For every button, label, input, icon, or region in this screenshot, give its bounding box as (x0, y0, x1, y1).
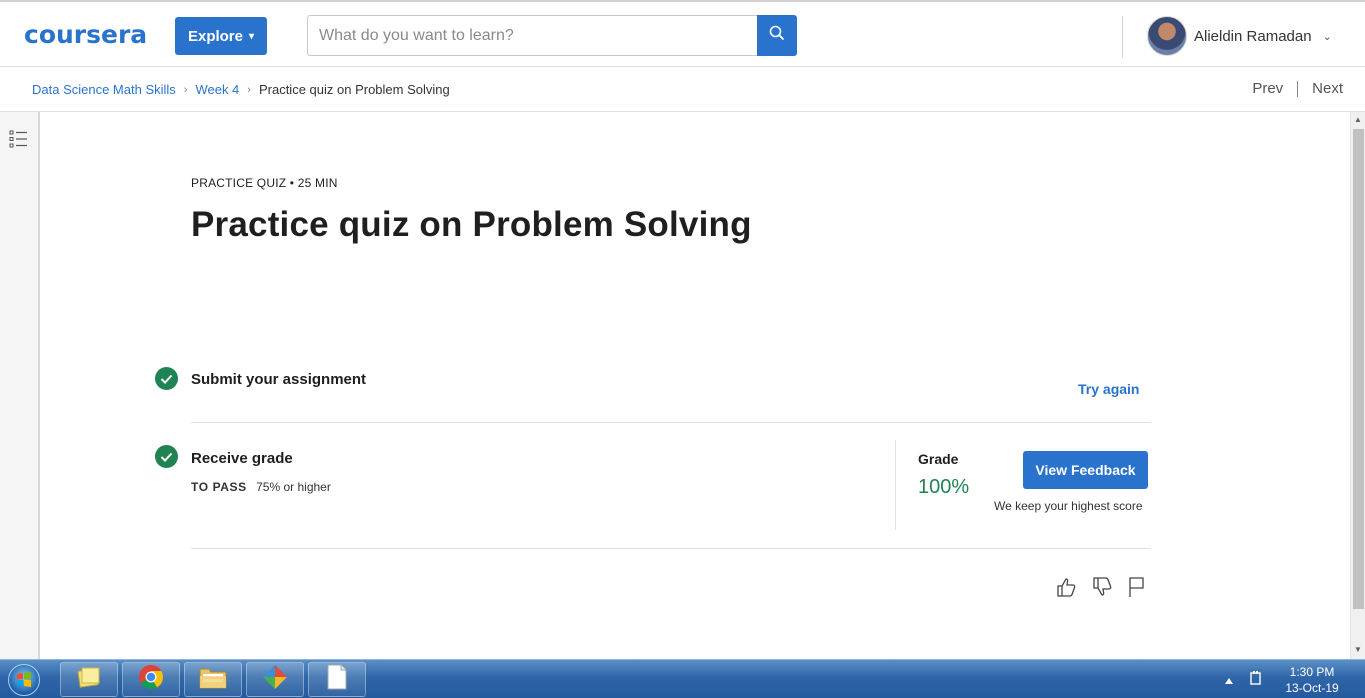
search-icon (769, 25, 785, 46)
submit-assignment-title: Submit your assignment (191, 371, 367, 388)
view-feedback-button[interactable]: View Feedback (1023, 451, 1148, 489)
breadcrumb-week[interactable]: Week 4 (195, 82, 239, 97)
coursera-logo[interactable]: coursera (24, 20, 147, 49)
top-header: coursera Explore ▾ Alieldin Ramadan ⌄ (0, 0, 1365, 67)
scroll-up-icon[interactable]: ▲ (1354, 115, 1362, 124)
nav-divider (1297, 80, 1299, 97)
prev-link[interactable]: Prev (1252, 80, 1283, 97)
side-rail (0, 112, 40, 659)
page-scrollbar[interactable]: ▲ ▼ (1350, 112, 1365, 659)
taskbar-clock[interactable]: 1:30 PM 13-Oct-19 (1280, 664, 1344, 696)
app-diamond-icon (261, 663, 289, 696)
grade-value: 100% (918, 476, 970, 498)
document-icon (326, 664, 348, 695)
flag-icon[interactable] (1127, 576, 1147, 603)
taskbar-app[interactable] (246, 662, 304, 697)
search-button[interactable] (757, 15, 797, 56)
pass-requirement: TO PASS 75% or higher (191, 480, 331, 494)
check-icon (155, 445, 178, 468)
menu-list-icon[interactable] (9, 130, 29, 153)
taskbar-notepad[interactable] (308, 662, 366, 697)
quiz-kicker: PRACTICE QUIZ • 25 MIN (191, 176, 338, 190)
scrollbar-thumb[interactable] (1353, 129, 1364, 609)
breadcrumb: Data Science Math Skills › Week 4 › Prac… (32, 82, 450, 97)
search-input[interactable] (307, 15, 758, 56)
breadcrumb-current: Practice quiz on Problem Solving (258, 82, 450, 97)
page-title: Practice quiz on Problem Solving (191, 205, 752, 244)
scroll-down-icon[interactable]: ▼ (1354, 645, 1362, 654)
chevron-down-icon: ⌄ (1322, 30, 1332, 43)
next-link[interactable]: Next (1312, 80, 1343, 97)
header-divider (1122, 16, 1123, 58)
chevron-right-icon: › (247, 83, 251, 96)
grade-label: Grade (918, 451, 959, 467)
breadcrumb-bar: Data Science Math Skills › Week 4 › Prac… (0, 67, 1365, 112)
user-name: Alieldin Ramadan (1194, 27, 1312, 45)
avatar (1147, 16, 1187, 56)
check-icon (155, 367, 178, 390)
thumbs-down-icon[interactable] (1091, 576, 1113, 603)
grade-divider (895, 440, 896, 530)
breadcrumb-course[interactable]: Data Science Math Skills (32, 82, 176, 97)
to-pass-value: 75% or higher (256, 480, 331, 494)
start-button[interactable] (2, 661, 46, 698)
clock-date: 13-Oct-19 (1285, 681, 1339, 695)
user-menu[interactable]: Alieldin Ramadan ⌄ (1147, 16, 1332, 56)
divider (191, 548, 1151, 549)
clock-time: 1:30 PM (1289, 665, 1335, 679)
taskbar-chrome[interactable] (122, 662, 180, 697)
chrome-icon (137, 663, 165, 696)
power-plug-icon[interactable] (1248, 670, 1262, 691)
prev-next-nav: Prev Next (1252, 80, 1343, 97)
to-pass-label: TO PASS (191, 480, 247, 494)
sticky-notes-icon (76, 665, 102, 694)
chevron-down-icon: ▾ (249, 30, 255, 42)
receive-grade-title: Receive grade (191, 450, 293, 467)
reaction-bar (1055, 576, 1147, 603)
system-tray (1224, 670, 1262, 691)
explore-label: Explore (187, 27, 243, 45)
taskbar-explorer[interactable] (184, 662, 242, 697)
try-again-link[interactable]: Try again (1078, 381, 1139, 397)
chevron-right-icon: › (183, 83, 188, 96)
folder-icon (198, 664, 228, 695)
tray-expand-icon[interactable] (1224, 672, 1234, 690)
windows-taskbar: 1:30 PM 13-Oct-19 (0, 659, 1365, 698)
taskbar-sticky-notes[interactable] (60, 662, 118, 697)
highest-score-note: We keep your highest score (994, 499, 1143, 513)
explore-button[interactable]: Explore ▾ (175, 17, 267, 55)
thumbs-up-icon[interactable] (1055, 576, 1077, 603)
divider (191, 422, 1151, 423)
windows-start-icon (8, 663, 40, 696)
